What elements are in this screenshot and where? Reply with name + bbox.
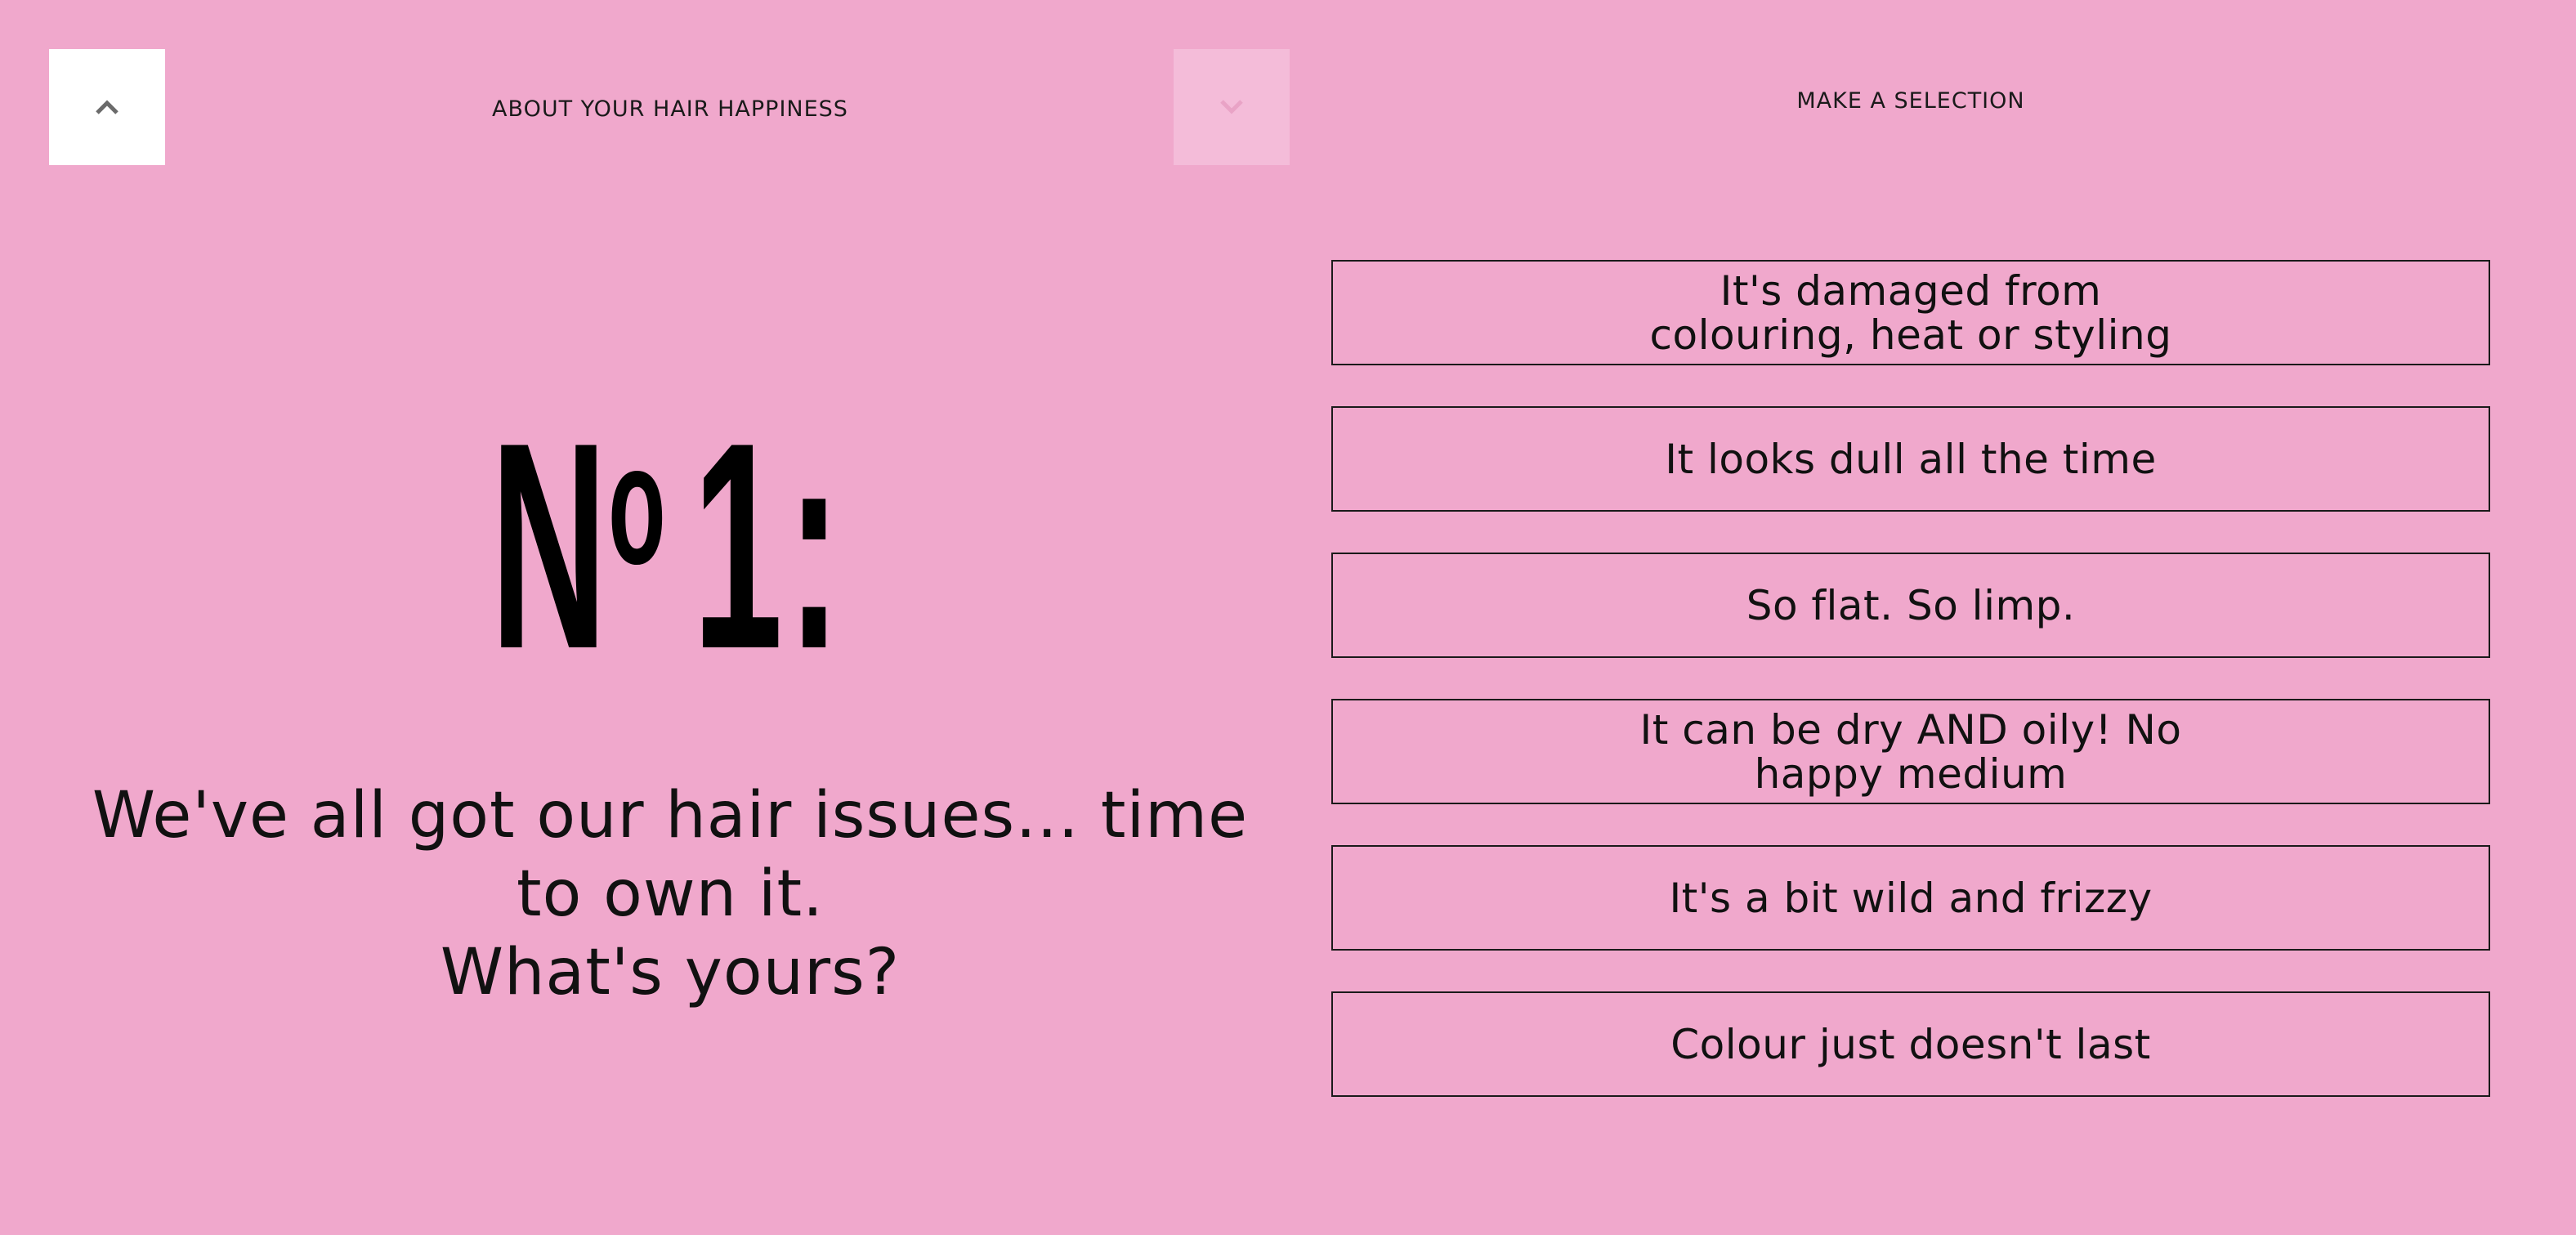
badge-letter-n: N [490,382,607,710]
option-label: Colour just doesn't last [1670,1020,2151,1068]
option-wild-frizzy[interactable]: It's a bit wild and frizzy [1331,845,2490,951]
question-text-line-1: We've all got our hair issues… time [92,779,1249,852]
answer-options-list: It's damaged from colouring, heat or sty… [1331,260,2490,1138]
option-label: It can be dry AND oily! No happy medium [1639,705,2182,798]
section-title: ABOUT YOUR HAIR HAPPINESS [492,96,848,122]
option-label: It's a bit wild and frizzy [1669,874,2153,922]
chevron-down-icon [1220,100,1243,114]
question-number-badge: N o 1 : [490,382,842,710]
option-label: It looks dull all the time [1665,435,2157,483]
option-damaged[interactable]: It's damaged from colouring, heat or sty… [1331,260,2490,365]
badge-colon: : [787,382,842,710]
badge-letter-o: o [608,408,666,600]
selection-prompt: MAKE A SELECTION [1796,88,2025,114]
option-label: It's damaged from colouring, heat or sty… [1649,266,2172,359]
option-dry-and-oily[interactable]: It can be dry AND oily! No happy medium [1331,699,2490,804]
question-text-line-3: What's yours? [440,936,901,1009]
question-text: We've all got our hair issues… time to o… [49,776,1291,1012]
option-colour-fades[interactable]: Colour just doesn't last [1331,991,2490,1097]
question-text-line-2: to own it. [517,857,824,931]
next-question-button[interactable] [1174,49,1290,165]
option-flat-limp[interactable]: So flat. So limp. [1331,553,2490,658]
option-dull[interactable]: It looks dull all the time [1331,406,2490,512]
option-label: So flat. So limp. [1746,581,2076,629]
badge-number: 1 [692,382,783,710]
